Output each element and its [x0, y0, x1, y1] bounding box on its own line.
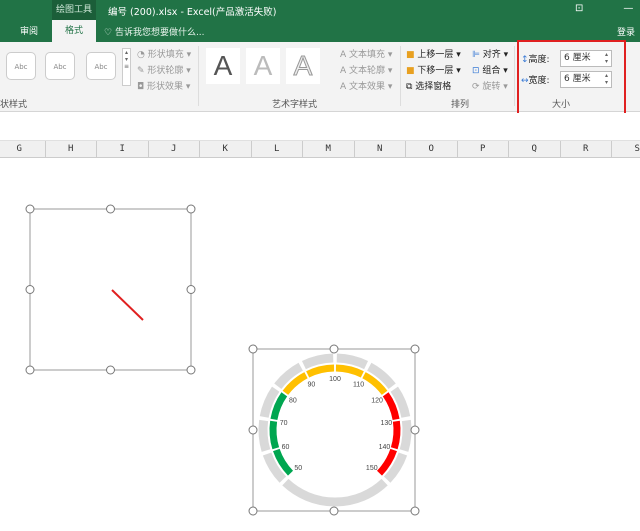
sheet-canvas: 50 60 70 80 90 100 110 120 130 140 150	[25, 204, 420, 516]
rotate-button[interactable]: ⟳ 旋转 ▾	[472, 79, 508, 92]
divider	[400, 46, 401, 106]
text-effects-button[interactable]: A 文本效果 ▾	[340, 79, 392, 92]
resize-handle[interactable]	[106, 365, 115, 375]
login-link[interactable]: 登录	[617, 25, 635, 38]
resize-handle[interactable]	[25, 285, 35, 294]
gauge-tick-label: 100	[329, 376, 341, 383]
gauge-tick-label: 70	[280, 420, 288, 427]
shape-style-2[interactable]: Abc	[45, 52, 75, 80]
gauge-band-segment	[335, 364, 364, 378]
column-header[interactable]: G	[0, 141, 46, 158]
resize-handle[interactable]	[329, 506, 339, 516]
resize-handle[interactable]	[25, 204, 35, 214]
column-header[interactable]: I	[97, 141, 149, 158]
resize-handle[interactable]	[186, 285, 196, 294]
tab-format[interactable]: 格式	[52, 20, 96, 42]
resize-handle[interactable]	[410, 425, 420, 435]
resize-handle[interactable]	[329, 344, 339, 354]
resize-handle[interactable]	[248, 425, 258, 435]
gauge-tick-label: 90	[307, 382, 315, 389]
resize-handle[interactable]	[186, 365, 196, 375]
text-outline-button[interactable]: A 文本轮廓 ▾	[340, 63, 392, 76]
wordart-style-1[interactable]: A	[206, 48, 240, 84]
column-header[interactable]: L	[252, 141, 303, 158]
column-header[interactable]: O	[406, 141, 458, 158]
window-title: 编号 (200).xlsx - Excel(产品激活失败)	[108, 7, 277, 18]
shape-effects-button[interactable]: ◘ 形状效果 ▾	[137, 79, 190, 92]
gauge-ring-segment	[301, 353, 334, 370]
tell-me-search[interactable]: ♡ 告诉我您想要做什么...	[104, 25, 205, 38]
shape-outline-button[interactable]: ✎ 形状轮廓 ▾	[137, 63, 191, 76]
column-header[interactable]: P	[458, 141, 509, 158]
tell-me-text: 告诉我您想要做什么...	[114, 28, 205, 38]
gauge-ring-segment	[258, 419, 271, 452]
red-needle-line[interactable]	[111, 289, 144, 321]
column-header[interactable]: J	[149, 141, 200, 158]
wordart-style-2[interactable]: A	[246, 48, 280, 84]
lightbulb-icon: ♡	[104, 28, 115, 38]
resize-handle[interactable]	[106, 204, 115, 214]
gauge-tick-label: 50	[294, 465, 302, 472]
wordart-style-3[interactable]: A	[286, 48, 320, 84]
resize-handle[interactable]	[25, 365, 35, 375]
send-backward-button[interactable]: ■ 下移一层 ▾	[406, 63, 461, 76]
resize-handle[interactable]	[410, 344, 420, 354]
title-bar	[0, 0, 640, 42]
column-header[interactable]: K	[200, 141, 252, 158]
gauge-frame[interactable]	[252, 348, 416, 512]
gauge-ring-segment	[399, 419, 412, 452]
gauge-tick-label: 120	[371, 397, 383, 404]
selection-pane-button[interactable]: ⧉ 选择窗格	[406, 79, 451, 92]
column-headers: GHIJKLMNOPQRS	[0, 141, 640, 158]
formula-bar[interactable]	[0, 113, 640, 141]
column-header[interactable]: R	[561, 141, 612, 158]
gallery-scroll[interactable]: ▴ ▾ ≡	[122, 48, 131, 86]
ribbon-display-icon[interactable]: ⊡	[575, 3, 583, 14]
gauge-band-segment	[269, 420, 280, 450]
gauge-tick-label: 110	[353, 382, 364, 389]
column-header[interactable]: M	[303, 141, 355, 158]
selected-shape-box[interactable]	[29, 208, 192, 371]
resize-handle[interactable]	[186, 204, 196, 214]
align-button[interactable]: ⊫ 对齐 ▾	[472, 47, 508, 60]
gauge-tick-label: 140	[379, 444, 391, 451]
shape-styles-label: 状样式	[0, 100, 28, 110]
gauge-tick-label: 80	[289, 397, 297, 404]
gauge-tick-label: 150	[366, 465, 378, 472]
bring-forward-button[interactable]: ■ 上移一层 ▾	[406, 47, 461, 60]
gauge-ring-segment	[336, 353, 369, 370]
gauge-ring-bottom	[282, 478, 388, 507]
column-header[interactable]: Q	[509, 141, 561, 158]
column-header[interactable]: N	[355, 141, 406, 158]
gauge-band-segment	[306, 364, 335, 378]
size-group-highlight	[517, 40, 626, 117]
divider	[514, 46, 515, 106]
resize-handle[interactable]	[248, 506, 258, 516]
gauge-chart[interactable]: 50 60 70 80 90 100 110 120 130 140 150	[258, 353, 412, 507]
resize-handle[interactable]	[248, 344, 258, 354]
column-header[interactable]: S	[612, 141, 640, 158]
shape-fill-button[interactable]: ◔ 形状填充 ▾	[137, 47, 191, 60]
column-header[interactable]: H	[46, 141, 97, 158]
wordart-label: 艺术字样式	[272, 100, 318, 110]
text-fill-button[interactable]: A 文本填充 ▾	[340, 47, 392, 60]
arrange-label: 排列	[451, 100, 470, 110]
minimize-button[interactable]: —	[623, 3, 633, 14]
drawing-tools-context: 绘图工具	[52, 0, 96, 20]
shape-style-3[interactable]: Abc	[86, 52, 116, 80]
window-buttons: ⊡ —	[575, 3, 633, 14]
resize-handle[interactable]	[410, 506, 420, 516]
shape-style-1[interactable]: Abc	[6, 52, 36, 80]
gauge-tick-label: 60	[282, 444, 290, 451]
gauge-tick-label: 130	[381, 420, 393, 427]
group-button[interactable]: ⊡ 组合 ▾	[472, 63, 508, 76]
gauge-band-segment	[390, 420, 401, 450]
divider	[198, 46, 199, 106]
tab-review[interactable]: 审阅	[20, 24, 38, 37]
